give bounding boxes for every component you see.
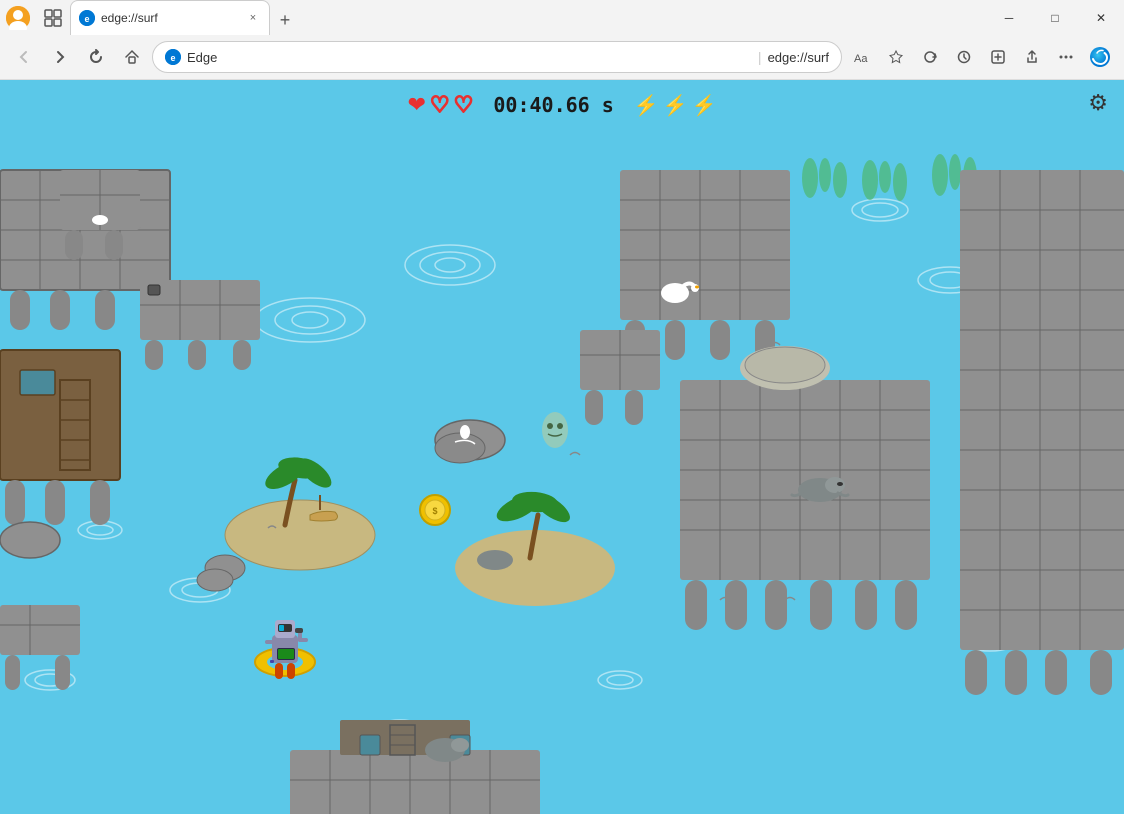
read-aloud-button[interactable]: Aa [846, 41, 878, 73]
edge-logo-button[interactable] [1084, 41, 1116, 73]
address-bar[interactable]: e Edge | edge://surf [152, 41, 842, 73]
address-edge-label: Edge [187, 50, 752, 65]
title-bar-left: e edge://surf × + [0, 0, 986, 35]
share-button[interactable] [1016, 41, 1048, 73]
settings-button[interactable]: ⚙ [1088, 90, 1108, 116]
more-button[interactable] [1050, 41, 1082, 73]
profile-button[interactable] [0, 0, 35, 35]
game-scene: $ [0, 80, 1124, 814]
title-bar: e edge://surf × + ─ □ ✕ [0, 0, 1124, 35]
home-button[interactable] [116, 41, 148, 73]
svg-text:Aa: Aa [854, 53, 868, 65]
new-tab-button[interactable]: + [270, 5, 300, 35]
active-tab[interactable]: e edge://surf × [70, 0, 270, 35]
svg-text:e: e [170, 53, 175, 63]
nav-right-icons: Aa [846, 41, 1116, 73]
address-bar-icon: e [165, 49, 181, 65]
game-area[interactable]: ❤ ♡ ♡ 00:40.66 s ⚡ ⚡ ⚡ ⚙ [0, 80, 1124, 814]
sync-button[interactable] [914, 41, 946, 73]
collections-button[interactable] [35, 0, 70, 35]
favorites-button[interactable] [880, 41, 912, 73]
tab-favicon: e [79, 10, 95, 26]
window-controls: ─ □ ✕ [986, 0, 1124, 35]
tab-title: edge://surf [101, 11, 239, 25]
forward-button[interactable] [44, 41, 76, 73]
address-url: edge://surf [768, 50, 829, 65]
address-separator: | [758, 49, 762, 65]
history-button[interactable] [948, 41, 980, 73]
svg-text:e: e [84, 14, 89, 24]
nav-bar: e Edge | edge://surf Aa [0, 35, 1124, 80]
svg-text:$: $ [432, 506, 437, 516]
back-button[interactable] [8, 41, 40, 73]
refresh-button[interactable] [80, 41, 112, 73]
profile-avatar [6, 6, 30, 30]
maximize-button[interactable]: □ [1032, 0, 1078, 35]
close-button[interactable]: ✕ [1078, 0, 1124, 35]
tab-close-button[interactable]: × [245, 10, 261, 26]
minimize-button[interactable]: ─ [986, 0, 1032, 35]
extensions-button[interactable] [982, 41, 1014, 73]
tab-area: e edge://surf × + [70, 0, 300, 35]
